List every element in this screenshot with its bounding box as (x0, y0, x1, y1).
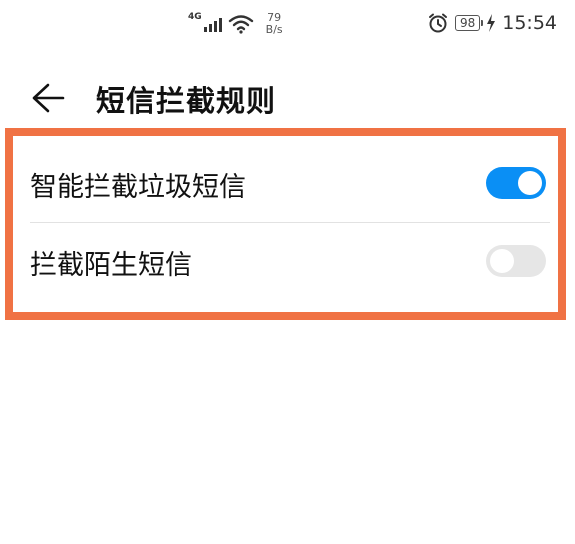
wifi-icon (228, 15, 253, 34)
stranger-sms-toggle[interactable] (486, 245, 546, 277)
alarm-icon (428, 13, 447, 33)
setting-smart-spam-block: 智能拦截垃圾短信 (30, 145, 550, 225)
clock: 15:54 (502, 12, 557, 34)
battery-level: 98 (454, 15, 484, 31)
header: 短信拦截规则 (0, 68, 575, 128)
status-bar: 4G 79 B/s 98 15:54 (0, 0, 575, 46)
page-title: 短信拦截规则 (96, 84, 277, 118)
network-speed: 79 B/s (266, 12, 283, 36)
setting-block-stranger: 拦截陌生短信 (30, 223, 550, 303)
setting-label: 智能拦截垃圾短信 (30, 172, 246, 203)
toggle-knob (490, 249, 514, 273)
signal-icon (203, 16, 222, 32)
network-type: 4G (188, 12, 202, 22)
toggle-knob (518, 171, 542, 195)
charging-icon (487, 14, 496, 32)
system-status: 98 15:54 (427, 10, 557, 36)
setting-label: 拦截陌生短信 (30, 250, 192, 281)
network-status: 4G 79 B/s (188, 8, 283, 40)
back-button[interactable] (30, 80, 66, 116)
smart-spam-toggle[interactable] (486, 167, 546, 199)
speed-unit: B/s (265, 23, 283, 36)
back-arrow-icon (32, 83, 65, 113)
